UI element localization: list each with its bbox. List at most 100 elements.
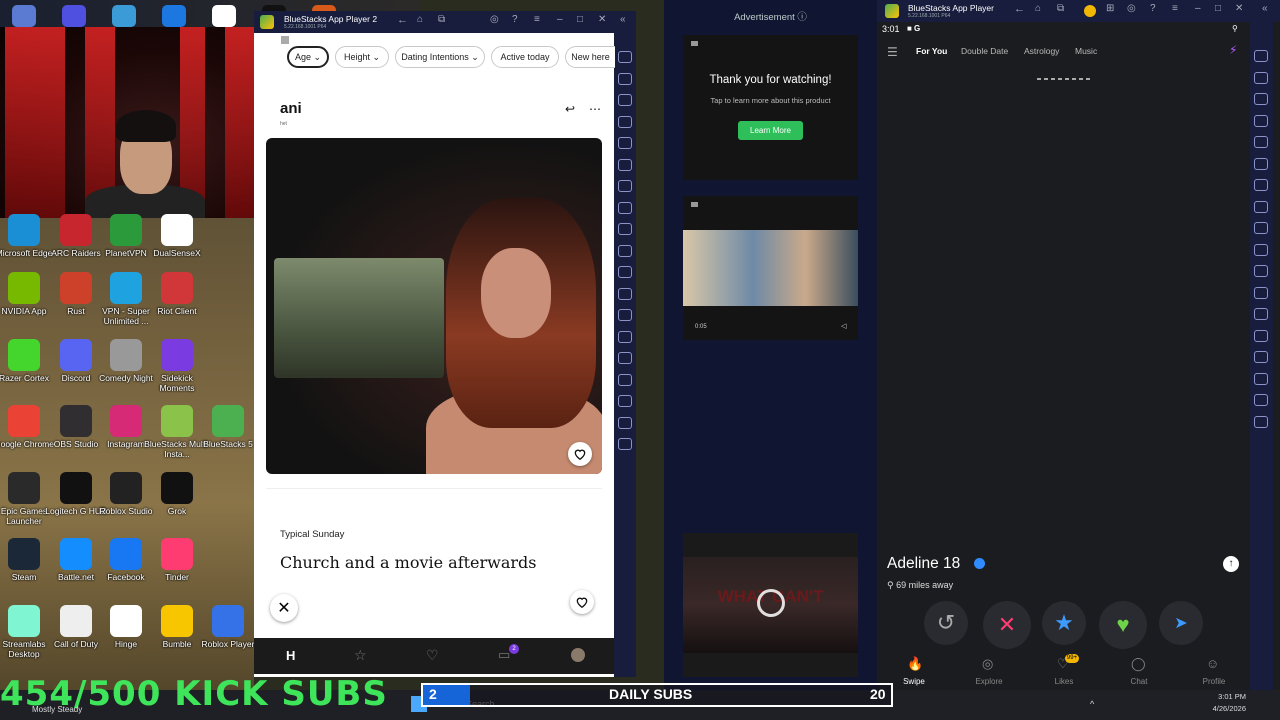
help-icon[interactable]: ? (512, 14, 518, 25)
coin-icon[interactable] (1084, 5, 1096, 17)
filter-dating-intentions[interactable]: Dating Intentions ⌄ (395, 46, 485, 68)
minimize-icon[interactable]: – (557, 14, 563, 25)
vpn-shortcut-icon[interactable] (112, 5, 136, 27)
maximize-icon-2[interactable]: □ (1215, 3, 1221, 14)
account-icon-2[interactable]: ◎ (1127, 3, 1136, 14)
nav-chat[interactable]: Chat (1124, 677, 1154, 686)
nav-likes[interactable]: Likes (1049, 677, 1079, 686)
sidebar-tool-icon[interactable] (618, 94, 632, 106)
home-icon[interactable]: ⌂ (417, 14, 423, 25)
desktop-shortcut[interactable]: Roblox Player (194, 605, 262, 667)
nav-profile[interactable]: Profile (1199, 677, 1229, 686)
replay-icon[interactable] (757, 589, 785, 617)
multi-instance-icon[interactable]: ⧉ (438, 14, 445, 25)
sidebar-tool-icon[interactable] (1254, 157, 1268, 170)
undo-icon[interactable]: ↩ (565, 102, 575, 116)
sidebar-tool-icon[interactable] (618, 201, 632, 214)
tab-astrology[interactable]: Astrology (1024, 46, 1059, 56)
hinge-home-icon[interactable]: H (286, 648, 295, 663)
profile-avatar[interactable] (571, 648, 585, 662)
home-icon-2[interactable]: ⌂ (1035, 3, 1041, 14)
sidebar-tool-icon[interactable] (618, 352, 632, 364)
chat-bubble-icon[interactable]: ◯ (1131, 656, 1146, 672)
sidebar-tool-icon[interactable] (618, 395, 632, 407)
like-button[interactable]: ♥ (1099, 601, 1147, 649)
tray-chevron-icon[interactable]: ^ (1090, 699, 1094, 709)
sidebar-tool-icon[interactable] (1254, 71, 1268, 84)
swipe-flame-icon[interactable]: 🔥 (907, 656, 923, 672)
desktop-shortcut[interactable]: Grok (143, 472, 211, 534)
menu-icon-2[interactable]: ≡ (1172, 3, 1178, 14)
skip-x-icon[interactable]: ✕ (270, 594, 298, 622)
rocket-league-icon[interactable] (162, 5, 186, 27)
tab-for-you[interactable]: For You (916, 46, 947, 56)
collapse-sidebar-icon[interactable]: « (620, 14, 626, 25)
back-icon-2[interactable]: ← (1014, 3, 1025, 15)
filter-age[interactable]: Age ⌄ (287, 46, 329, 68)
taskbar-time[interactable]: 3:01 PM (1180, 692, 1246, 701)
sidebar-tool-icon[interactable] (618, 158, 632, 171)
recycle-bin-icon[interactable] (12, 5, 36, 27)
back-icon[interactable]: ← (397, 14, 408, 26)
sidebar-tool-icon[interactable] (1254, 50, 1268, 62)
sidebar-tool-icon[interactable] (1254, 243, 1268, 256)
desktop-shortcut[interactable]: Tinder (143, 538, 211, 600)
sidebar-tool-icon[interactable] (618, 416, 632, 429)
explore-icon[interactable]: ◎ (982, 656, 993, 672)
maximize-icon[interactable]: □ (577, 14, 583, 25)
nav-explore[interactable]: Explore (974, 677, 1004, 686)
collapse-sidebar-icon-2[interactable]: « (1262, 3, 1268, 14)
sidebar-tool-icon[interactable] (618, 287, 632, 300)
sidebar-tool-icon[interactable] (1254, 136, 1268, 148)
taskbar-date[interactable]: 4/26/2026 (1180, 704, 1246, 713)
sidebar-tool-icon[interactable] (1254, 114, 1268, 127)
sidebar-tool-icon[interactable] (1254, 394, 1268, 406)
nope-button[interactable]: ✕ (983, 601, 1031, 649)
app-grid-icon[interactable] (62, 5, 86, 27)
menu-icon[interactable]: ≡ (534, 14, 540, 25)
sidebar-tool-icon[interactable] (618, 330, 632, 343)
filters-icon[interactable]: ☰ (887, 45, 898, 59)
sidebar-tool-icon[interactable] (618, 244, 632, 257)
sidebar-tool-icon[interactable] (1254, 200, 1268, 213)
expand-profile-icon[interactable]: ↑ (1223, 556, 1239, 572)
send-message-button[interactable]: ➤ (1159, 601, 1203, 645)
sidebar-tool-icon[interactable] (1254, 222, 1268, 234)
sidebar-tool-icon[interactable] (618, 266, 632, 278)
sidebar-tool-icon[interactable] (1254, 179, 1268, 191)
filter-new-here[interactable]: New here (565, 46, 615, 68)
close-icon[interactable]: ✕ (598, 14, 606, 25)
sidebar-tool-icon[interactable] (1254, 329, 1268, 342)
gift-icon[interactable]: ⊞ (1106, 3, 1114, 14)
sidebar-tool-icon[interactable] (618, 223, 632, 235)
desktop-shortcut[interactable]: BlueStacks 5 (194, 405, 262, 467)
learn-more-button[interactable]: Learn More (738, 121, 803, 140)
sidebar-tool-icon[interactable] (618, 115, 632, 128)
sidebar-tool-icon[interactable] (618, 438, 632, 450)
sidebar-tool-icon[interactable] (618, 309, 632, 321)
sidebar-tool-icon[interactable] (618, 373, 632, 386)
sidebar-tool-icon[interactable] (618, 51, 632, 63)
close-icon-2[interactable]: ✕ (1235, 3, 1243, 14)
sidebar-tool-icon[interactable] (618, 180, 632, 192)
like-prompt-heart-icon[interactable] (570, 590, 594, 614)
like-photo-heart-icon[interactable] (568, 442, 592, 466)
desktop-shortcut[interactable]: DualSenseX (143, 214, 211, 276)
filter-height[interactable]: Height ⌄ (335, 46, 389, 68)
minimize-icon-2[interactable]: – (1195, 3, 1201, 14)
more-options-icon[interactable]: ⋯ (589, 102, 601, 116)
filter-active-today[interactable]: Active today (491, 46, 559, 68)
ad-card-3[interactable]: WHAT CAN'T (683, 533, 858, 677)
nav-swipe[interactable]: Swipe (899, 677, 929, 686)
sidebar-tool-icon[interactable] (1254, 265, 1268, 277)
sidebar-tool-icon[interactable] (618, 72, 632, 85)
account-icon[interactable]: ◎ (490, 14, 499, 25)
profile-person-icon[interactable]: ☺ (1206, 656, 1219, 671)
sidebar-tool-icon[interactable] (1254, 308, 1268, 320)
help-icon-2[interactable]: ? (1150, 3, 1156, 14)
tab-music[interactable]: Music (1075, 46, 1097, 56)
sidebar-tool-icon[interactable] (1254, 286, 1268, 299)
hinge-shortcut-icon[interactable] (212, 5, 236, 27)
sidebar-tool-icon[interactable] (1254, 351, 1268, 363)
tab-double-date[interactable]: Double Date (961, 46, 1008, 56)
